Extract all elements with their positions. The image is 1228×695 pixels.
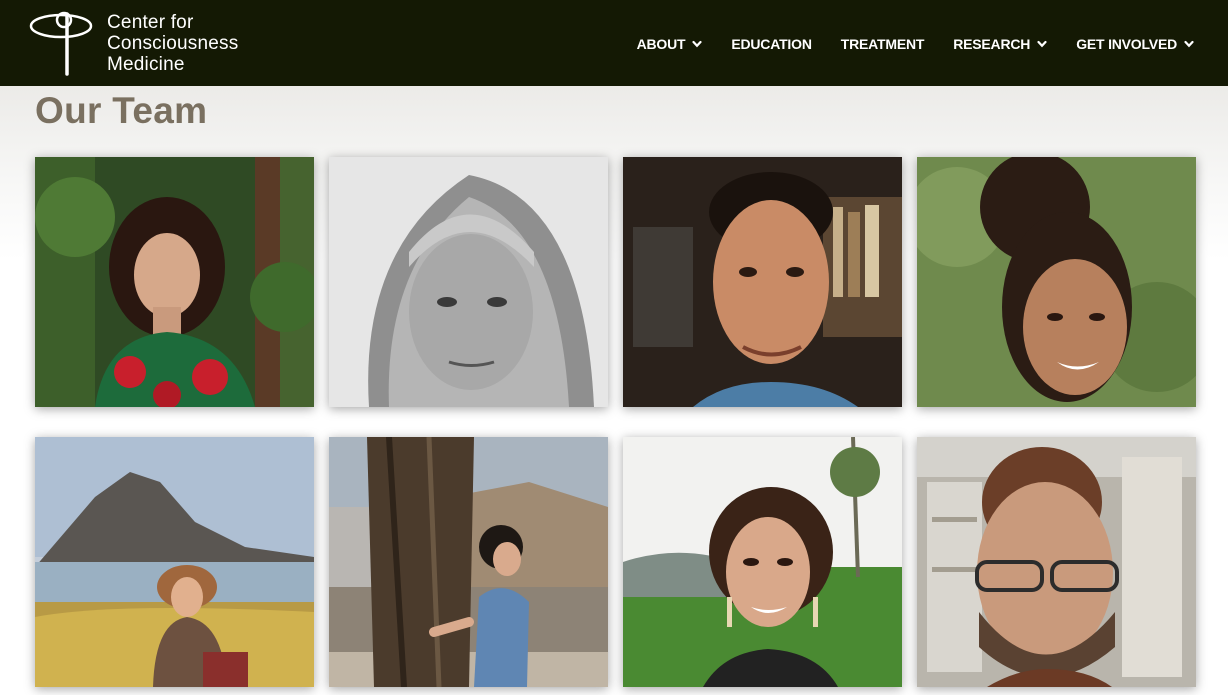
main-nav: ABOUT EDUCATION TREATMENT RESEARCH GET I… [608, 36, 1194, 52]
team-member-photo[interactable] [623, 157, 902, 407]
team-member-photo[interactable] [35, 157, 314, 407]
portrait-image [623, 157, 902, 407]
portrait-image [917, 437, 1196, 687]
nav-label-research: RESEARCH [953, 36, 1031, 52]
logo-line-1: Center for [107, 12, 194, 33]
team-member-photo[interactable] [329, 437, 608, 687]
nav-label-treatment: TREATMENT [840, 36, 925, 52]
team-member-photo[interactable] [623, 437, 902, 687]
nav-item-about[interactable]: ABOUT [637, 36, 703, 52]
nav-label-get-involved: GET INVOLVED [1076, 36, 1177, 52]
logo-line-2: Consciousness [107, 33, 239, 54]
portrait-image [623, 437, 902, 687]
logo-mark-icon [29, 11, 93, 76]
chevron-down-icon [1037, 40, 1047, 48]
logo-line-3: Medicine [107, 54, 185, 75]
chevron-down-icon [1184, 40, 1194, 48]
nav-item-research[interactable]: RESEARCH [953, 36, 1047, 52]
team-grid [35, 157, 1196, 687]
team-member-photo[interactable] [917, 157, 1196, 407]
site-logo[interactable]: Center for Consciousness Medicine [28, 6, 258, 78]
nav-item-education[interactable]: EDUCATION [731, 36, 812, 52]
portrait-image [329, 157, 608, 407]
nav-item-treatment[interactable]: TREATMENT [841, 36, 925, 52]
page-title: Our Team [35, 90, 208, 131]
portrait-image [35, 437, 314, 687]
portrait-image [35, 157, 314, 407]
site-header: Center for Consciousness Medicine ABOUT … [0, 0, 1228, 86]
portrait-image [329, 437, 608, 687]
logo-text: Center for Consciousness Medicine [107, 12, 238, 75]
nav-item-get-involved[interactable]: GET INVOLVED [1076, 36, 1194, 52]
team-member-photo[interactable] [35, 437, 314, 687]
team-member-photo[interactable] [917, 437, 1196, 687]
nav-label-education: EDUCATION [731, 36, 812, 52]
team-member-photo[interactable] [329, 157, 608, 407]
portrait-image [917, 157, 1196, 407]
chevron-down-icon [692, 40, 702, 48]
nav-label-about: ABOUT [636, 36, 686, 52]
